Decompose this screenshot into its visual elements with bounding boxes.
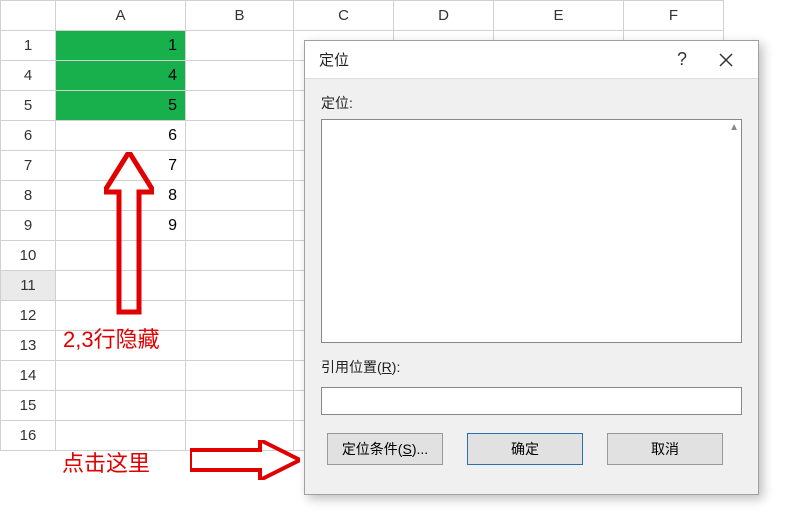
goto-listbox[interactable]: ▲ [321, 119, 742, 343]
cell[interactable] [186, 241, 294, 271]
col-header-E[interactable]: E [494, 1, 624, 31]
row-header[interactable]: 11 [1, 271, 56, 301]
cell[interactable] [186, 331, 294, 361]
cell[interactable] [186, 61, 294, 91]
row-header[interactable]: 7 [1, 151, 56, 181]
cell[interactable] [186, 271, 294, 301]
select-all-corner[interactable] [1, 1, 56, 31]
col-header-A[interactable]: A [56, 1, 186, 31]
col-header-D[interactable]: D [394, 1, 494, 31]
cell[interactable] [186, 211, 294, 241]
row-header[interactable]: 13 [1, 331, 56, 361]
cell[interactable]: 7 [56, 151, 186, 181]
reference-input[interactable] [321, 387, 742, 415]
cell[interactable] [56, 391, 186, 421]
cell[interactable] [56, 421, 186, 451]
cell[interactable] [186, 31, 294, 61]
cell[interactable]: 4 [56, 61, 186, 91]
goto-dialog: 定位 ? 定位: ▲ 引用位置(R): 定位条件(S)... 确定 取消 [304, 40, 759, 495]
cell[interactable] [56, 301, 186, 331]
cell[interactable]: 1 [56, 31, 186, 61]
cell[interactable] [186, 301, 294, 331]
row-header[interactable]: 10 [1, 241, 56, 271]
scroll-up-icon: ▲ [729, 122, 739, 133]
cell[interactable] [56, 361, 186, 391]
row-header[interactable]: 8 [1, 181, 56, 211]
close-icon [719, 53, 733, 67]
dialog-title-text: 定位 [319, 49, 660, 70]
cell[interactable]: 8 [56, 181, 186, 211]
cell[interactable] [186, 91, 294, 121]
help-button[interactable]: ? [660, 44, 704, 76]
goto-list-label: 定位: [321, 93, 742, 113]
row-header[interactable]: 12 [1, 301, 56, 331]
row-header[interactable]: 14 [1, 361, 56, 391]
special-button[interactable]: 定位条件(S)... [327, 433, 443, 465]
cell[interactable] [186, 151, 294, 181]
row-header[interactable]: 9 [1, 211, 56, 241]
col-header-B[interactable]: B [186, 1, 294, 31]
cell[interactable] [186, 421, 294, 451]
col-header-F[interactable]: F [624, 1, 724, 31]
cell[interactable]: 9 [56, 211, 186, 241]
reference-label: 引用位置(R): [321, 357, 742, 377]
cell[interactable] [186, 181, 294, 211]
dialog-titlebar[interactable]: 定位 ? [305, 41, 758, 79]
row-header[interactable]: 4 [1, 61, 56, 91]
cell[interactable] [186, 361, 294, 391]
cell[interactable]: 5 [56, 91, 186, 121]
cell[interactable] [186, 121, 294, 151]
row-header[interactable]: 5 [1, 91, 56, 121]
cell[interactable] [56, 241, 186, 271]
row-header[interactable]: 15 [1, 391, 56, 421]
cell[interactable]: 6 [56, 121, 186, 151]
close-button[interactable] [704, 44, 748, 76]
row-header[interactable]: 1 [1, 31, 56, 61]
cell[interactable] [186, 391, 294, 421]
col-header-C[interactable]: C [294, 1, 394, 31]
row-header[interactable]: 6 [1, 121, 56, 151]
ok-button[interactable]: 确定 [467, 433, 583, 465]
cell[interactable] [56, 271, 186, 301]
cancel-button[interactable]: 取消 [607, 433, 723, 465]
row-header[interactable]: 16 [1, 421, 56, 451]
cell[interactable] [56, 331, 186, 361]
